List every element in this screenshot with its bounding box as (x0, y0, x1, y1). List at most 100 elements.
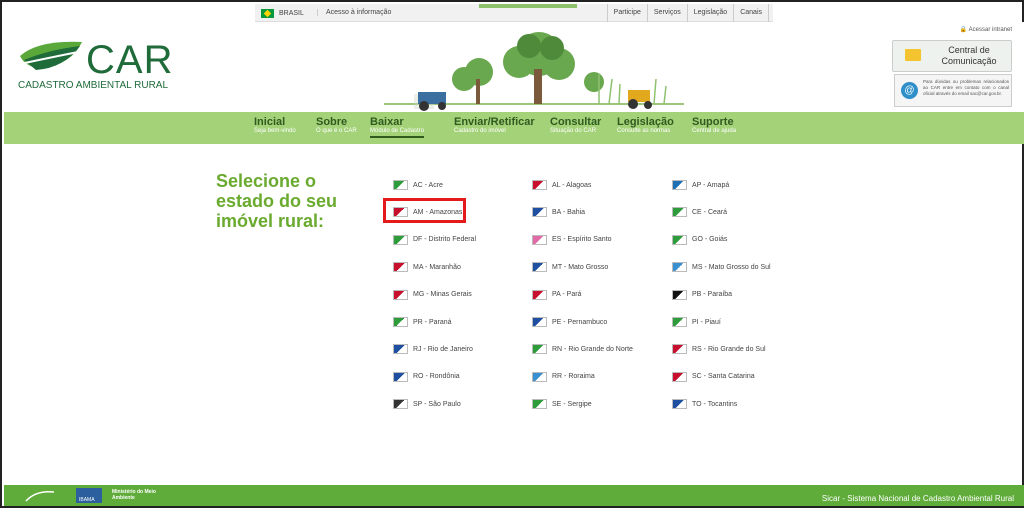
nav-suporte[interactable]: Suporte Central de ajuda (692, 116, 736, 134)
state-link[interactable]: RR - Roraima (532, 371, 595, 382)
nav-legislacao[interactable]: Legislação Consulte as normas (617, 116, 674, 134)
state-flag-icon (532, 180, 547, 190)
servicos-link[interactable]: Serviços (646, 4, 687, 22)
state-link[interactable]: AP - Amapá (672, 180, 729, 190)
sac-box[interactable]: @ Para dúvidas ou problemas relacionados… (894, 74, 1012, 107)
logo-subtitle: CADASTRO AMBIENTAL RURAL (18, 80, 169, 91)
state-link[interactable]: SP - São Paulo (393, 399, 461, 410)
intranet-label: Acessar intranet (968, 27, 1012, 33)
nav-title: Consultar (550, 116, 602, 128)
state-label: AL - Alagoas (552, 181, 592, 189)
nav-sobre[interactable]: Sobre O que é o CAR (316, 116, 357, 134)
state-flag-icon (393, 399, 408, 410)
legislacao-link[interactable]: Legislação (686, 4, 733, 22)
selection-highlight (383, 198, 466, 223)
state-flag-icon (393, 234, 408, 245)
state-link[interactable]: TO - Tocantins (672, 399, 738, 410)
state-flag-icon (393, 317, 408, 327)
nav-enviar-retificar[interactable]: Enviar/Retificar Cadastro do imóvel (454, 116, 535, 134)
nav-sub: Cadastro do imóvel (454, 128, 506, 134)
state-label: RN - Rio Grande do Norte (552, 345, 633, 353)
state-label: RR - Roraima (552, 373, 595, 381)
state-flag-icon (532, 317, 547, 327)
gov-logo-icon (22, 488, 58, 503)
state-label: MT - Mato Grosso (552, 263, 609, 271)
site-header: CAR CADASTRO AMBIENTAL RURAL 🔒 Acessar i… (4, 22, 1024, 112)
participe-link[interactable]: Participe (606, 4, 647, 22)
state-link[interactable]: BA - Bahia (532, 207, 585, 218)
nav-title: Baixar (370, 116, 404, 128)
state-label: CE - Ceará (692, 208, 728, 216)
state-link[interactable]: SC - Santa Catarina (672, 371, 755, 382)
state-flag-icon (672, 180, 687, 190)
state-link[interactable]: PA - Pará (532, 289, 582, 300)
state-link[interactable]: AL - Alagoas (532, 180, 591, 190)
state-label: SE - Sergipe (552, 400, 592, 408)
gov-bar-accent (479, 4, 577, 8)
state-link[interactable]: MA - Maranhão (393, 262, 461, 273)
state-link[interactable]: RN - Rio Grande do Norte (532, 344, 633, 355)
state-link[interactable]: PR - Paraná (393, 317, 452, 327)
central-comunicacao-button[interactable]: Central de Comunicação (892, 40, 1012, 72)
intranet-link[interactable]: 🔒 Acessar intranet (960, 26, 1012, 33)
state-link[interactable]: CE - Ceará (672, 207, 728, 218)
state-flag-icon (393, 344, 408, 355)
state-link[interactable]: SE - Sergipe (532, 399, 592, 410)
state-flag-icon (532, 262, 547, 273)
nav-sub: Seja bem-vindo (254, 128, 296, 134)
state-link[interactable]: PI - Piauí (672, 317, 721, 327)
state-link[interactable]: RO - Rondônia (393, 371, 460, 382)
nav-title: Suporte (692, 116, 734, 128)
state-link[interactable]: PB - Paraíba (672, 289, 732, 300)
state-label: AP - Amapá (692, 181, 730, 189)
nav-inicial[interactable]: Inicial Seja bem-vindo (254, 116, 296, 134)
state-label: RO - Rondônia (413, 373, 460, 381)
brasil-link[interactable]: BRASIL (261, 9, 304, 18)
state-link[interactable]: DF - Distrito Federal (393, 234, 476, 245)
state-link[interactable]: MS - Mato Grosso do Sul (672, 262, 771, 273)
state-label: PR - Paraná (413, 318, 452, 326)
rural-scene-illustration (384, 32, 684, 111)
state-flag-icon (672, 262, 687, 273)
state-flag-icon (672, 289, 687, 300)
state-label: MA - Maranhão (413, 263, 461, 271)
state-flag-icon (532, 344, 547, 355)
state-link[interactable]: PE - Pernambuco (532, 317, 607, 327)
state-label: RS - Rio Grande do Sul (692, 345, 766, 353)
envelope-icon (905, 49, 921, 61)
state-link[interactable]: MG - Minas Gerais (393, 289, 472, 300)
state-flag-icon (672, 371, 687, 382)
nav-sub: Central de ajuda (692, 128, 737, 134)
nav-baixar[interactable]: Baixar Módulo de Cadastro (370, 116, 425, 138)
state-label: ES - Espírito Santo (552, 236, 612, 244)
sac-text: Para dúvidas ou problemas relacionados a… (923, 79, 1009, 96)
ministerio-logo: Ministério do Meio Ambiente (112, 489, 156, 501)
state-link[interactable]: GO - Goiás (672, 234, 727, 245)
state-flag-icon (532, 371, 547, 382)
state-label: PA - Pará (552, 291, 582, 299)
state-flag-icon (532, 207, 547, 218)
site-footer: IBAMA Ministério do Meio Ambiente Sicar … (4, 485, 1024, 506)
state-label: MS - Mato Grosso do Sul (692, 263, 771, 271)
central-label: Central de Comunicação (941, 45, 997, 66)
nav-sub: Consulte as normas (617, 128, 671, 134)
gov-bar: BRASIL Acesso à informação Participe Ser… (255, 4, 773, 22)
nav-sub: Módulo de Cadastro (370, 128, 425, 134)
state-link[interactable]: ES - Espírito Santo (532, 234, 612, 245)
state-label: RJ - Rio de Janeiro (413, 345, 473, 353)
brasil-label: BRASIL (279, 10, 304, 17)
state-link[interactable]: RJ - Rio de Janeiro (393, 344, 473, 355)
nav-sub: Situação do CAR (550, 128, 597, 134)
nav-consultar[interactable]: Consultar Situação do CAR (550, 116, 601, 134)
nav-title: Sobre (316, 116, 348, 128)
acesso-informacao-link[interactable]: Acesso à informação (317, 9, 391, 16)
state-link[interactable]: AC - Acre (393, 180, 443, 190)
state-flag-icon (532, 399, 547, 410)
state-label: TO - Tocantins (692, 400, 738, 408)
state-link[interactable]: MT - Mato Grosso (532, 262, 609, 273)
state-link[interactable]: RS - Rio Grande do Sul (672, 344, 766, 355)
canais-link[interactable]: Canais (733, 4, 769, 22)
state-flag-icon (672, 207, 687, 218)
logo-title: CAR (86, 38, 174, 82)
page-title: Selecione o estado do seu imóvel rural: (216, 171, 338, 231)
